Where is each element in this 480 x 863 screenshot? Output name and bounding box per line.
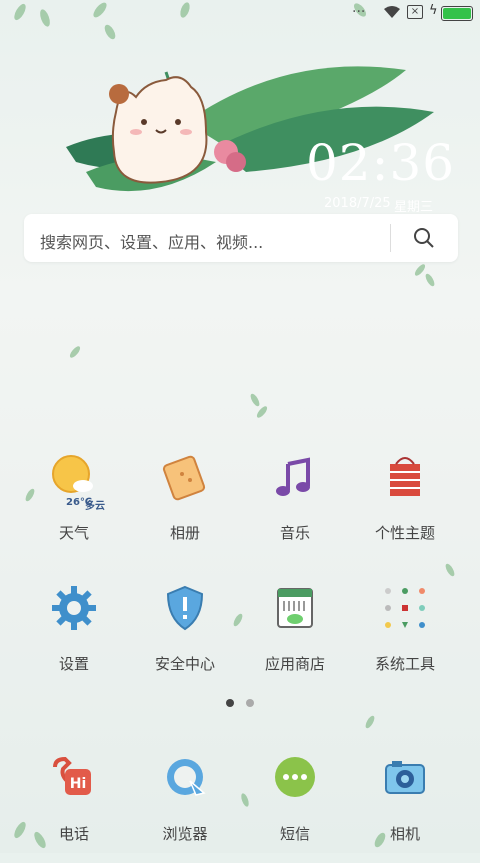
app-music[interactable]: 音乐 [240, 452, 350, 562]
app-themes[interactable]: 个性主题 [350, 452, 460, 562]
app-security[interactable]: 安全中心 [130, 583, 240, 693]
app-label-store: 应用商店 [264, 655, 325, 673]
app-store-icon [277, 588, 313, 628]
app-weather[interactable]: 26℃ 多云 天气 [19, 452, 129, 562]
clock-time: 02:36 [306, 134, 456, 192]
app-label-browser: 浏览器 [162, 825, 208, 843]
weather-condition: 多云 [85, 501, 105, 512]
app-camera[interactable]: 相机 [350, 753, 460, 863]
app-label-settings: 设置 [58, 655, 89, 673]
search-bar[interactable]: 搜索网页、设置、应用、视频... [24, 214, 458, 262]
app-label-weather: 天气 [58, 524, 89, 542]
page-dot-2[interactable] [246, 699, 254, 707]
app-label-music: 音乐 [279, 524, 310, 542]
app-label-gallery: 相册 [169, 524, 200, 542]
app-messages[interactable]: 短信 [240, 753, 350, 863]
app-label-themes: 个性主题 [374, 524, 435, 542]
app-label-camera: 相机 [389, 825, 420, 843]
app-label-phone: 电话 [58, 825, 89, 843]
messages-icon [275, 757, 315, 797]
status-bar: ··· × ϟ [0, 0, 480, 26]
gallery-icon [162, 455, 206, 501]
clock-date: 2018/7/25 [324, 196, 391, 211]
search-divider [390, 224, 391, 252]
search-placeholder: 搜索网页、设置、应用、视频... [40, 233, 264, 252]
shield-icon [166, 585, 204, 631]
app-label-security: 安全中心 [154, 655, 215, 673]
status-dots: ··· [352, 4, 366, 20]
search-icon[interactable] [412, 226, 436, 250]
app-gallery[interactable]: 相册 [130, 452, 240, 562]
battery-icon [441, 6, 473, 21]
music-icon [276, 457, 310, 496]
tools-folder-icon [385, 588, 425, 628]
browser-icon [167, 759, 206, 796]
app-browser[interactable]: 浏览器 [130, 753, 240, 863]
app-store[interactable]: 应用商店 [240, 583, 350, 693]
app-settings[interactable]: 设置 [19, 583, 129, 693]
themes-icon [390, 457, 420, 496]
weather-info: 26℃ 多云 [39, 497, 119, 512]
no-sim-icon: × [407, 5, 423, 19]
wifi-icon [384, 6, 400, 18]
gear-icon [52, 586, 96, 630]
folder-system-tools[interactable]: 系统工具 [350, 583, 460, 693]
svg-text:Hi: Hi [70, 776, 87, 792]
app-label-messages: 短信 [279, 825, 310, 843]
app-phone[interactable]: Hi 电话 [19, 753, 129, 863]
charging-icon: ϟ [429, 3, 438, 18]
app-label-system-tools: 系统工具 [374, 655, 435, 673]
page-dot-1[interactable] [226, 699, 234, 707]
phone-icon: Hi [53, 756, 91, 795]
clock-widget[interactable]: 02:36 2018/7/25 星期三 [66, 52, 454, 215]
battery-level [443, 8, 471, 19]
camera-icon [385, 761, 425, 794]
clock-weekday: 星期三 [394, 200, 434, 215]
weather-icon [52, 455, 93, 493]
